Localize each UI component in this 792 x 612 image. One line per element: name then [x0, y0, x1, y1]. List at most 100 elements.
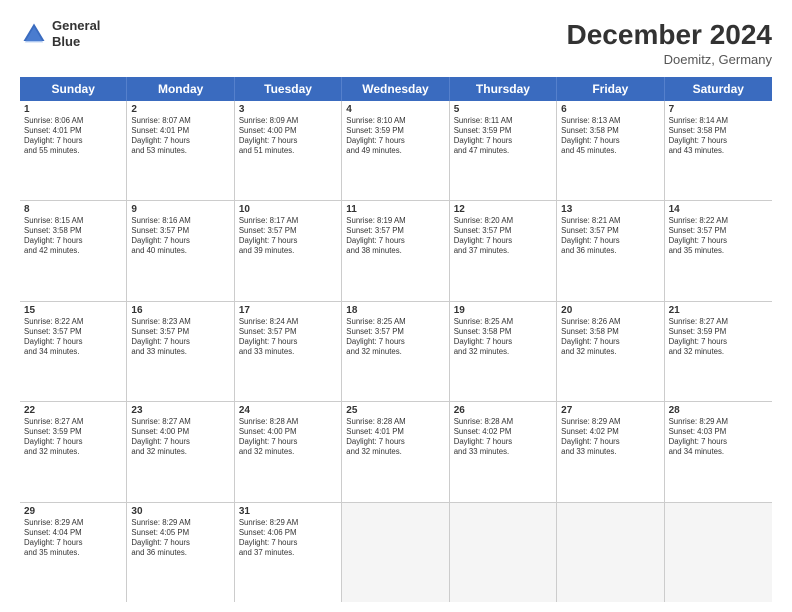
cell-line: Sunset: 4:05 PM [131, 528, 229, 538]
day-cell-29: 29Sunrise: 8:29 AMSunset: 4:04 PMDayligh… [20, 503, 127, 602]
cell-line: Sunrise: 8:26 AM [561, 317, 659, 327]
cell-line: and 36 minutes. [131, 548, 229, 558]
day-cell-22: 22Sunrise: 8:27 AMSunset: 3:59 PMDayligh… [20, 402, 127, 501]
day-number: 3 [239, 104, 337, 115]
cell-line: Sunrise: 8:27 AM [669, 317, 768, 327]
cell-line: and 53 minutes. [131, 146, 229, 156]
cell-line: Sunset: 4:01 PM [24, 126, 122, 136]
day-cell-30: 30Sunrise: 8:29 AMSunset: 4:05 PMDayligh… [127, 503, 234, 602]
cell-line: and 32 minutes. [669, 347, 768, 357]
cell-line: Daylight: 7 hours [24, 337, 122, 347]
day-cell-21: 21Sunrise: 8:27 AMSunset: 3:59 PMDayligh… [665, 302, 772, 401]
cell-line: Daylight: 7 hours [239, 136, 337, 146]
cell-line: Daylight: 7 hours [239, 236, 337, 246]
cell-line: and 32 minutes. [454, 347, 552, 357]
empty-cell [665, 503, 772, 602]
cell-line: Daylight: 7 hours [561, 136, 659, 146]
cell-line: Daylight: 7 hours [669, 136, 768, 146]
cell-line: Sunrise: 8:13 AM [561, 116, 659, 126]
empty-cell [557, 503, 664, 602]
day-number: 26 [454, 405, 552, 416]
cell-line: Sunrise: 8:27 AM [24, 417, 122, 427]
cell-line: Sunset: 4:00 PM [239, 126, 337, 136]
cell-line: Daylight: 7 hours [454, 236, 552, 246]
cell-line: Daylight: 7 hours [24, 437, 122, 447]
cell-line: Daylight: 7 hours [454, 337, 552, 347]
day-number: 8 [24, 204, 122, 215]
day-number: 12 [454, 204, 552, 215]
cell-line: and 45 minutes. [561, 146, 659, 156]
day-number: 17 [239, 305, 337, 316]
day-number: 20 [561, 305, 659, 316]
day-number: 9 [131, 204, 229, 215]
day-number: 15 [24, 305, 122, 316]
subtitle: Doemitz, Germany [567, 52, 772, 67]
cell-line: and 32 minutes. [131, 447, 229, 457]
day-cell-18: 18Sunrise: 8:25 AMSunset: 3:57 PMDayligh… [342, 302, 449, 401]
cell-line: and 33 minutes. [131, 347, 229, 357]
week-row-4: 22Sunrise: 8:27 AMSunset: 3:59 PMDayligh… [20, 402, 772, 502]
cell-line: and 34 minutes. [669, 447, 768, 457]
empty-cell [450, 503, 557, 602]
day-cell-27: 27Sunrise: 8:29 AMSunset: 4:02 PMDayligh… [557, 402, 664, 501]
cell-line: Sunset: 3:57 PM [346, 226, 444, 236]
cell-line: and 33 minutes. [239, 347, 337, 357]
day-cell-3: 3Sunrise: 8:09 AMSunset: 4:00 PMDaylight… [235, 101, 342, 200]
cell-line: and 35 minutes. [24, 548, 122, 558]
day-number: 23 [131, 405, 229, 416]
cell-line: Sunrise: 8:17 AM [239, 216, 337, 226]
day-cell-28: 28Sunrise: 8:29 AMSunset: 4:03 PMDayligh… [665, 402, 772, 501]
day-number: 24 [239, 405, 337, 416]
cell-line: Daylight: 7 hours [561, 437, 659, 447]
cell-line: Sunset: 3:58 PM [454, 327, 552, 337]
day-cell-12: 12Sunrise: 8:20 AMSunset: 3:57 PMDayligh… [450, 201, 557, 300]
cell-line: Sunrise: 8:29 AM [239, 518, 337, 528]
cell-line: and 37 minutes. [239, 548, 337, 558]
cell-line: and 43 minutes. [669, 146, 768, 156]
header-day-wednesday: Wednesday [342, 77, 449, 101]
day-cell-2: 2Sunrise: 8:07 AMSunset: 4:01 PMDaylight… [127, 101, 234, 200]
cell-line: Sunset: 3:57 PM [24, 327, 122, 337]
day-number: 25 [346, 405, 444, 416]
cell-line: Sunrise: 8:27 AM [131, 417, 229, 427]
day-cell-8: 8Sunrise: 8:15 AMSunset: 3:58 PMDaylight… [20, 201, 127, 300]
day-number: 1 [24, 104, 122, 115]
week-row-2: 8Sunrise: 8:15 AMSunset: 3:58 PMDaylight… [20, 201, 772, 301]
day-number: 2 [131, 104, 229, 115]
day-number: 31 [239, 506, 337, 517]
cell-line: Sunrise: 8:29 AM [561, 417, 659, 427]
calendar: SundayMondayTuesdayWednesdayThursdayFrid… [20, 77, 772, 602]
cell-line: Sunrise: 8:20 AM [454, 216, 552, 226]
day-cell-5: 5Sunrise: 8:11 AMSunset: 3:59 PMDaylight… [450, 101, 557, 200]
cell-line: and 55 minutes. [24, 146, 122, 156]
cell-line: and 33 minutes. [561, 447, 659, 457]
cell-line: Sunrise: 8:16 AM [131, 216, 229, 226]
cell-line: Sunset: 3:57 PM [239, 226, 337, 236]
week-row-5: 29Sunrise: 8:29 AMSunset: 4:04 PMDayligh… [20, 503, 772, 602]
day-cell-31: 31Sunrise: 8:29 AMSunset: 4:06 PMDayligh… [235, 503, 342, 602]
day-cell-10: 10Sunrise: 8:17 AMSunset: 3:57 PMDayligh… [235, 201, 342, 300]
cell-line: Sunset: 3:57 PM [669, 226, 768, 236]
day-cell-9: 9Sunrise: 8:16 AMSunset: 3:57 PMDaylight… [127, 201, 234, 300]
cell-line: Sunrise: 8:28 AM [239, 417, 337, 427]
day-number: 5 [454, 104, 552, 115]
main-title: December 2024 [567, 18, 772, 52]
cell-line: Sunrise: 8:25 AM [346, 317, 444, 327]
cell-line: Sunset: 4:02 PM [454, 427, 552, 437]
cell-line: Sunset: 3:57 PM [346, 327, 444, 337]
week-row-3: 15Sunrise: 8:22 AMSunset: 3:57 PMDayligh… [20, 302, 772, 402]
cell-line: and 51 minutes. [239, 146, 337, 156]
day-cell-1: 1Sunrise: 8:06 AMSunset: 4:01 PMDaylight… [20, 101, 127, 200]
cell-line: and 35 minutes. [669, 246, 768, 256]
cell-line: and 49 minutes. [346, 146, 444, 156]
cell-line: Sunset: 3:58 PM [561, 126, 659, 136]
cell-line: Sunrise: 8:22 AM [24, 317, 122, 327]
logo-text: General Blue [52, 18, 100, 49]
cell-line: Daylight: 7 hours [346, 136, 444, 146]
cell-line: Daylight: 7 hours [239, 538, 337, 548]
cell-line: and 38 minutes. [346, 246, 444, 256]
cell-line: Sunset: 3:59 PM [454, 126, 552, 136]
cell-line: Daylight: 7 hours [131, 437, 229, 447]
cell-line: Sunset: 3:59 PM [346, 126, 444, 136]
cell-line: Sunrise: 8:22 AM [669, 216, 768, 226]
